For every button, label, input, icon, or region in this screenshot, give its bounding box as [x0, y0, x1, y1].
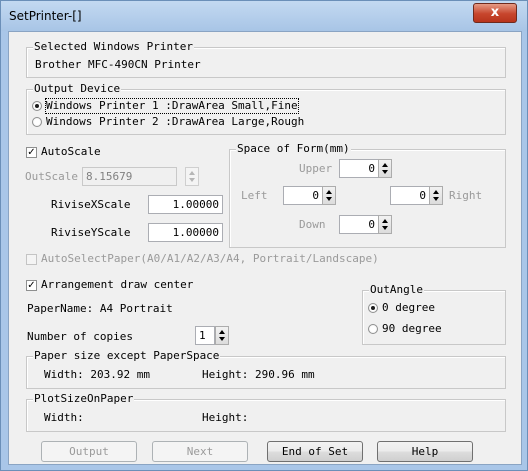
output-device-radio-1[interactable] [32, 101, 42, 111]
spin-up-icon [433, 190, 439, 194]
plot-size-width: Width: [44, 411, 84, 424]
arrangement-label[interactable]: Arrangement draw center [41, 278, 193, 292]
out-angle-radio-90[interactable] [368, 324, 378, 334]
title-bar[interactable]: SetPrinter-[] x [1, 1, 527, 31]
paper-size-legend: Paper size except PaperSpace [33, 349, 221, 362]
outscale-input[interactable]: 8.15679 [82, 167, 177, 186]
spin-down-icon [382, 226, 388, 230]
spin-down-icon [382, 170, 388, 174]
help-button[interactable]: Help [377, 441, 473, 462]
autoscale-checkbox[interactable]: ✓ [26, 147, 37, 158]
spin-up-icon [189, 171, 195, 175]
output-device-radio-2[interactable] [32, 117, 42, 127]
plot-size-group: PlotSizeOnPaper Width: Height: [26, 393, 506, 432]
selected-printer-name: Brother MFC-490CN Printer [35, 58, 201, 71]
close-button[interactable]: x [473, 3, 517, 23]
outscale-label: OutScale [25, 170, 78, 183]
rivisey-label: RiviseYScale [51, 226, 131, 239]
copies-spinner[interactable] [215, 326, 229, 345]
upper-label: Upper [299, 162, 333, 175]
copies-label: Number of copies [27, 330, 133, 343]
out-angle-group: OutAngle 0 degree 90 degree [362, 284, 506, 345]
output-button[interactable]: Output [41, 441, 137, 462]
right-input[interactable]: 0 [390, 186, 430, 205]
selected-printer-group: Selected Windows Printer Brother MFC-490… [26, 41, 506, 78]
dialog-client-area: Selected Windows Printer Brother MFC-490… [8, 31, 522, 465]
rivisey-input[interactable]: 1.00000 [148, 223, 223, 242]
upper-input[interactable]: 0 [339, 159, 379, 178]
space-of-form-legend: Space of Form(mm) [236, 142, 351, 155]
next-button[interactable]: Next [152, 441, 248, 462]
close-icon: x [490, 5, 500, 20]
right-label: Right [449, 189, 483, 202]
out-angle-option-90-label[interactable]: 90 degree [382, 322, 442, 336]
right-spinner[interactable] [429, 186, 443, 205]
rivisex-input[interactable]: 1.00000 [148, 195, 223, 214]
spin-down-icon [433, 197, 439, 201]
plot-size-legend: PlotSizeOnPaper [33, 392, 135, 405]
space-of-form-group: Space of Form(mm) Upper 0 Left 0 0 Right… [229, 143, 506, 248]
out-angle-option-0-label[interactable]: 0 degree [382, 301, 435, 315]
auto-select-paper-label[interactable]: AutoSelectPaper(A0/A1/A2/A3/A4, Portrait… [41, 252, 379, 266]
end-of-set-button[interactable]: End of Set [267, 441, 363, 462]
paper-size-width: Width: 203.92 mm [44, 368, 150, 381]
left-label: Left [241, 189, 268, 202]
plot-size-height: Height: [202, 411, 249, 424]
upper-spinner[interactable] [378, 159, 392, 178]
spin-up-icon [382, 163, 388, 167]
down-label: Down [299, 218, 326, 231]
spin-down-icon [219, 337, 225, 341]
out-angle-legend: OutAngle [369, 283, 424, 296]
auto-select-paper-checkbox[interactable] [26, 254, 37, 265]
spin-down-icon [189, 178, 195, 182]
down-input[interactable]: 0 [339, 215, 379, 234]
spin-down-icon [326, 197, 332, 201]
outscale-spinner[interactable] [185, 167, 199, 186]
left-input[interactable]: 0 [283, 186, 323, 205]
output-device-group: Output Device Windows Printer 1 :DrawAre… [26, 83, 506, 135]
setprinter-window: SetPrinter-[] x Selected Windows Printer… [0, 0, 528, 471]
out-angle-radio-0[interactable] [368, 303, 378, 313]
selected-printer-legend: Selected Windows Printer [33, 40, 194, 53]
output-device-option-2-label[interactable]: Windows Printer 2 :DrawArea Large,Rough [46, 115, 304, 129]
spin-up-icon [382, 219, 388, 223]
paper-size-height: Height: 290.96 mm [202, 368, 315, 381]
rivisex-label: RiviseXScale [51, 198, 131, 211]
down-spinner[interactable] [378, 215, 392, 234]
left-spinner[interactable] [322, 186, 336, 205]
copies-input[interactable]: 1 [195, 326, 215, 345]
spin-up-icon [219, 330, 225, 334]
output-device-legend: Output Device [33, 82, 122, 95]
arrangement-checkbox[interactable]: ✓ [26, 280, 37, 291]
window-title: SetPrinter-[] [9, 9, 82, 23]
paper-name: PaperName: A4 Portrait [27, 302, 173, 315]
autoscale-label[interactable]: AutoScale [41, 145, 101, 159]
spin-up-icon [326, 190, 332, 194]
output-device-option-1-label[interactable]: Windows Printer 1 :DrawArea Small,Fine [45, 98, 299, 114]
paper-size-group: Paper size except PaperSpace Width: 203.… [26, 350, 506, 389]
